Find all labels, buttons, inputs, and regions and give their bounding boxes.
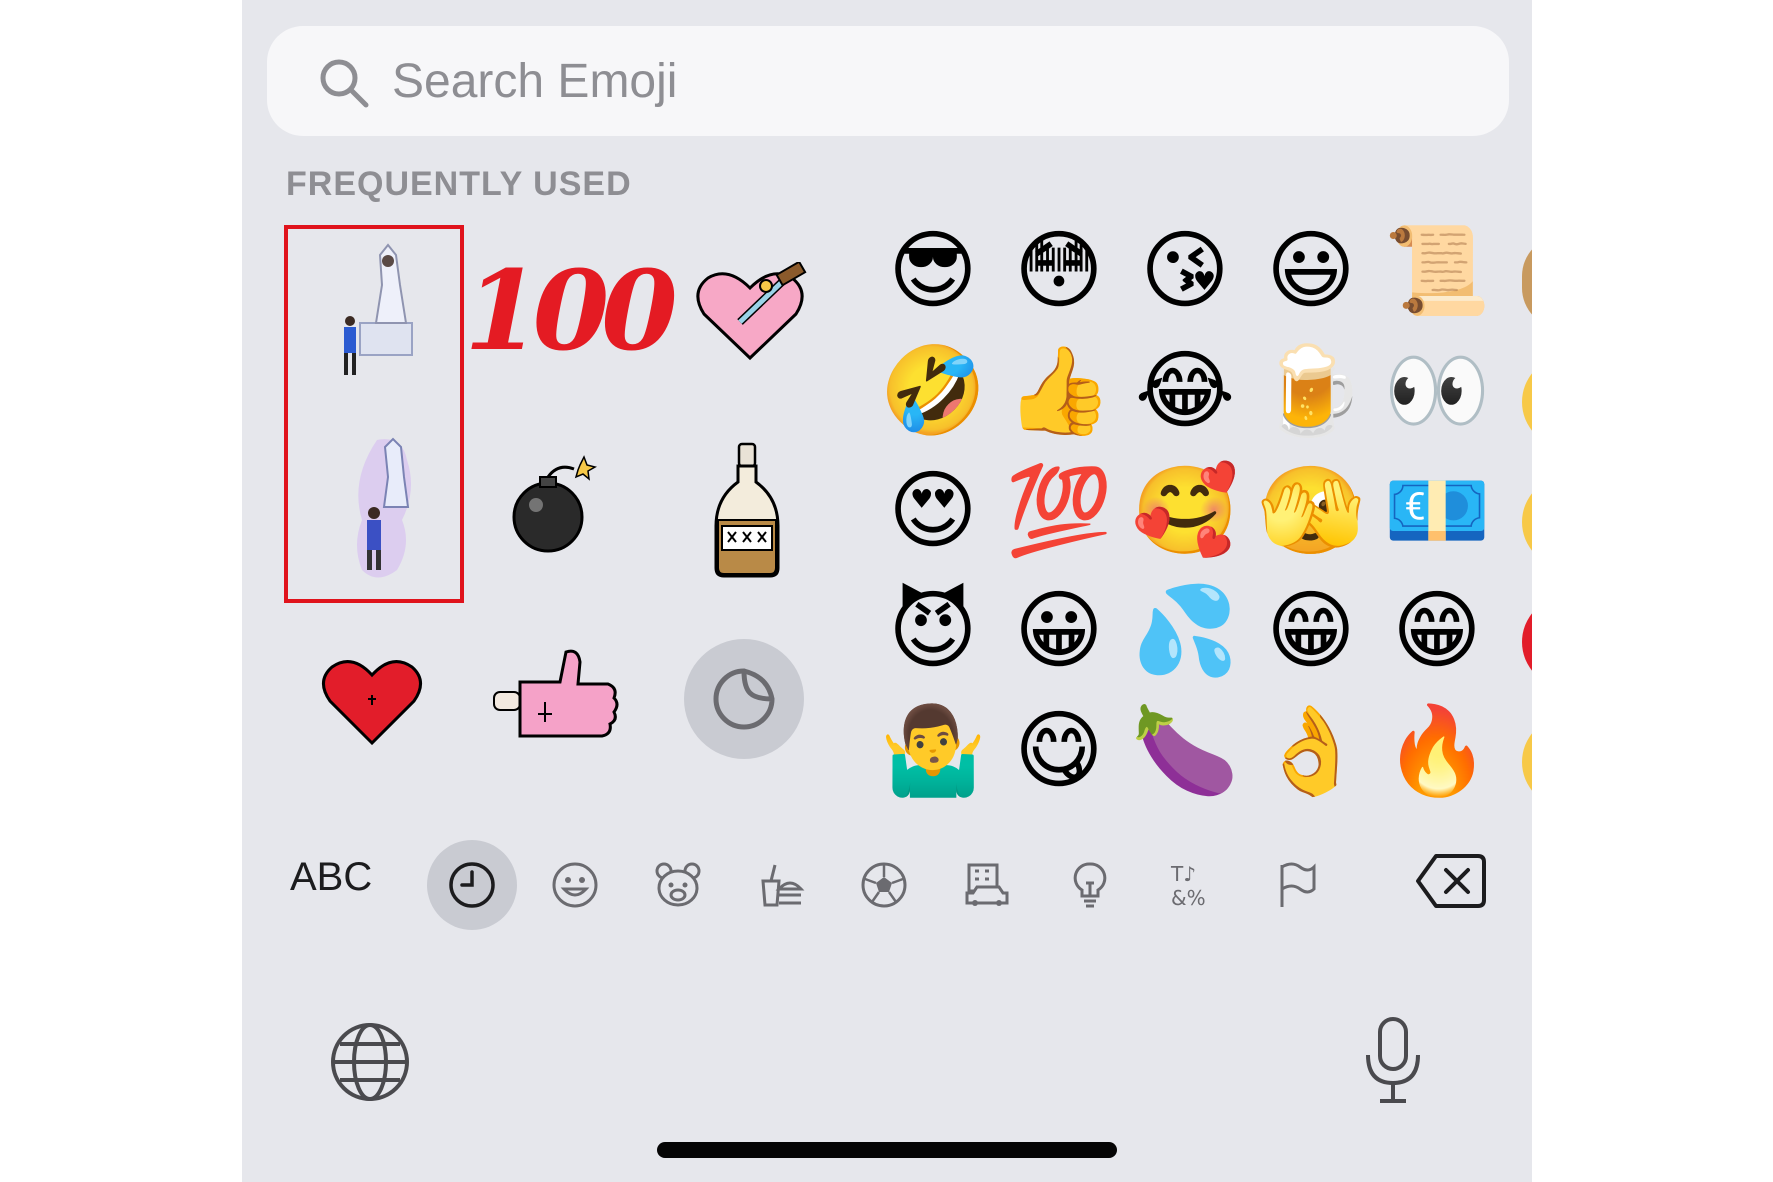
emoji-grin-2[interactable]: 😁 [1382,576,1492,686]
hundred-sticker[interactable]: 100 [464,235,678,385]
section-title: FREQUENTLY USED [286,165,632,203]
smiley-icon [552,862,598,908]
emoji-yum[interactable]: 😋 [1004,696,1114,806]
emoji-shrug[interactable]: 🤷‍♂️ [878,696,988,806]
emoji-smiley[interactable]: 😃 [1256,216,1366,326]
emoji-eggplant[interactable]: 🍆 [1130,696,1240,806]
emoji-cutoff-5[interactable] [1522,716,1532,808]
emoji-grin[interactable]: 😁 [1256,576,1366,686]
hundred-sticker-text: 100 [464,245,678,375]
emoji-rofl[interactable]: 🤣 [878,336,988,446]
emoji-heart-eyes[interactable]: 😍 [878,456,988,566]
burger-icon [761,864,805,907]
category-symbols[interactable]: T♪ &% [1148,840,1238,930]
category-travel[interactable] [942,840,1032,930]
delete-backspace-icon[interactable] [1414,852,1486,910]
bomb-sticker[interactable] [500,455,610,565]
emoji-hundred[interactable]: 💯 [1004,456,1114,566]
svg-text:T♪: T♪ [1170,862,1196,886]
emoji-cutoff-2[interactable] [1522,356,1532,448]
category-smileys[interactable] [530,840,620,930]
lightbulb-icon [1073,862,1107,908]
emoji-thumbs-up[interactable]: 👍 [1004,336,1114,446]
home-indicator [657,1142,1117,1158]
bear-icon [655,862,701,907]
symbols-icon: T♪&% [1170,862,1206,910]
emoji-fire[interactable]: 🔥 [1382,696,1492,806]
emoji-cutoff-4[interactable] [1522,596,1532,688]
emoji-ok-hand[interactable]: 👌 [1256,696,1366,806]
photo-sticker-people-glow[interactable] [337,425,447,585]
search-icon [320,59,369,108]
abc-button[interactable]: ABC [290,855,372,900]
clock-icon [449,862,495,908]
category-recents[interactable] [427,840,517,930]
emoji-keyboard: Search Emoji FREQUENTLY USED 100 😎 😳 😘 😃… [242,0,1532,1182]
sticker-peel-icon [713,668,775,730]
thumbs-up-sticker[interactable] [490,642,620,752]
search-input[interactable]: Search Emoji [267,26,1509,136]
category-flags[interactable] [1251,840,1341,930]
emoji-scroll[interactable]: 📜 [1382,216,1492,326]
flag-icon [1280,862,1316,907]
emoji-peeking[interactable]: 🫣 [1256,456,1366,566]
emoji-euro-money[interactable]: 💶 [1382,456,1492,566]
emoji-joy[interactable]: 😂 [1130,336,1240,446]
emoji-cutoff-1[interactable] [1522,236,1532,328]
building-car-icon [965,863,1009,906]
category-animals[interactable] [633,840,723,930]
microphone-icon[interactable] [1362,1015,1424,1107]
category-activity[interactable] [839,840,929,930]
emoji-beer[interactable]: 🍺 [1256,336,1366,446]
category-food[interactable] [736,840,826,930]
photo-sticker-people[interactable] [332,235,452,385]
emoji-grinning[interactable]: 😀 [1004,576,1114,686]
emoji-eyes[interactable]: 👀 [1382,336,1492,446]
globe-icon[interactable] [328,1020,412,1104]
svg-text:&%: &% [1171,886,1206,910]
category-objects[interactable] [1045,840,1135,930]
emoji-cutoff-3[interactable] [1522,476,1532,568]
heart-dagger-sticker[interactable] [690,262,810,367]
emoji-sweat-drops[interactable]: 💦 [1130,576,1240,686]
bottle-sticker[interactable] [702,440,792,580]
search-placeholder: Search Emoji [392,55,678,108]
emoji-sunglasses[interactable]: 😎 [878,216,988,326]
emoji-smiling-hearts[interactable]: 🥰 [1130,456,1240,566]
soccer-ball-icon [861,862,907,908]
emoji-kiss[interactable]: 😘 [1130,216,1240,326]
emoji-flushed[interactable]: 😳 [1004,216,1114,326]
stickers-button[interactable] [684,639,804,759]
emoji-devil[interactable]: 😈 [878,576,988,686]
red-heart-sticker[interactable] [320,655,424,747]
